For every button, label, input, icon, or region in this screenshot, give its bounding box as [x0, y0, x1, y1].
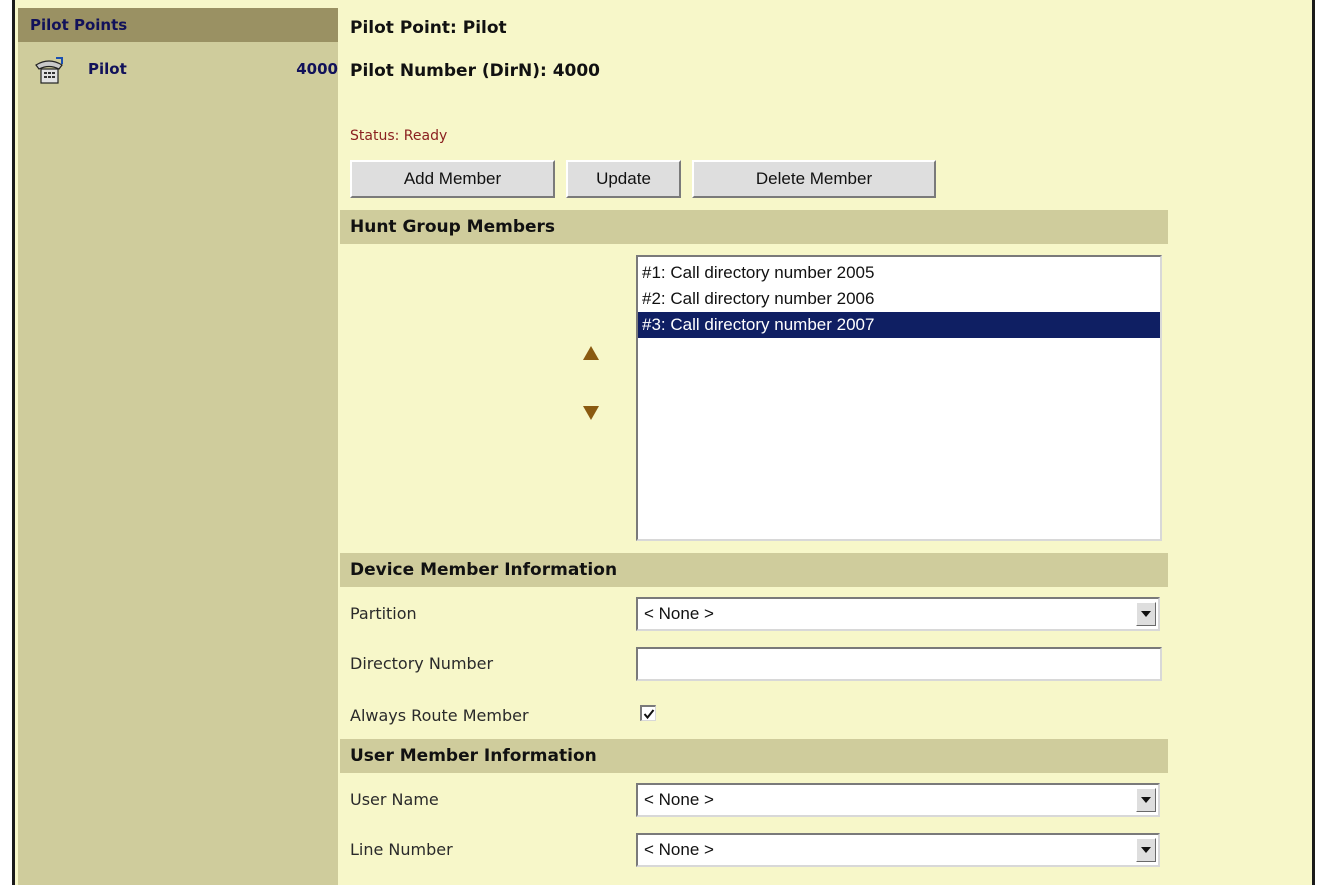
sidebar-item-pilot[interactable]: Pilot 4000	[18, 52, 338, 92]
hunt-group-members-list[interactable]: #1: Call directory number 2005 #2: Call …	[636, 255, 1162, 541]
chevron-down-icon[interactable]	[1136, 788, 1156, 812]
always-route-member-checkbox[interactable]	[640, 705, 656, 721]
partition-select[interactable]: < None >	[636, 597, 1160, 631]
directory-number-label: Directory Number	[350, 654, 494, 673]
sidebar: Pilot Points Pilot 4000	[18, 8, 338, 885]
user-member-info-header: User Member Information	[340, 739, 1168, 773]
phone-icon	[34, 56, 64, 86]
chevron-down-icon[interactable]	[1136, 602, 1156, 626]
list-item-selected[interactable]: #3: Call directory number 2007	[638, 312, 1160, 338]
always-route-member-label: Always Route Member	[350, 706, 529, 725]
line-number-select-value: < None >	[644, 840, 714, 859]
pilot-number-title: Pilot Number (DirN): 4000	[350, 61, 601, 81]
device-member-info-header: Device Member Information	[340, 553, 1168, 587]
user-name-select-value: < None >	[644, 790, 714, 809]
sidebar-header: Pilot Points	[18, 8, 338, 42]
list-item[interactable]: #2: Call directory number 2006	[638, 286, 1160, 312]
partition-select-value: < None >	[644, 604, 714, 623]
update-button[interactable]: Update	[566, 160, 681, 198]
delete-member-button[interactable]: Delete Member	[692, 160, 936, 198]
status-text: Status: Ready	[350, 128, 448, 144]
triangle-down-icon[interactable]	[582, 404, 600, 422]
hunt-group-members-header: Hunt Group Members	[340, 210, 1168, 244]
sidebar-item-label: Pilot	[88, 60, 127, 78]
user-name-select[interactable]: < None >	[636, 783, 1160, 817]
line-number-select[interactable]: < None >	[636, 833, 1160, 867]
line-number-label: Line Number	[350, 840, 453, 859]
user-name-label: User Name	[350, 790, 439, 809]
list-item[interactable]: #1: Call directory number 2005	[638, 260, 1160, 286]
pilot-point-title: Pilot Point: Pilot	[350, 18, 507, 38]
sidebar-item-number: 4000	[296, 60, 338, 78]
partition-label: Partition	[350, 604, 417, 623]
chevron-down-icon[interactable]	[1136, 838, 1156, 862]
triangle-up-icon[interactable]	[582, 344, 600, 362]
directory-number-field[interactable]	[636, 647, 1162, 681]
add-member-button[interactable]: Add Member	[350, 160, 555, 198]
